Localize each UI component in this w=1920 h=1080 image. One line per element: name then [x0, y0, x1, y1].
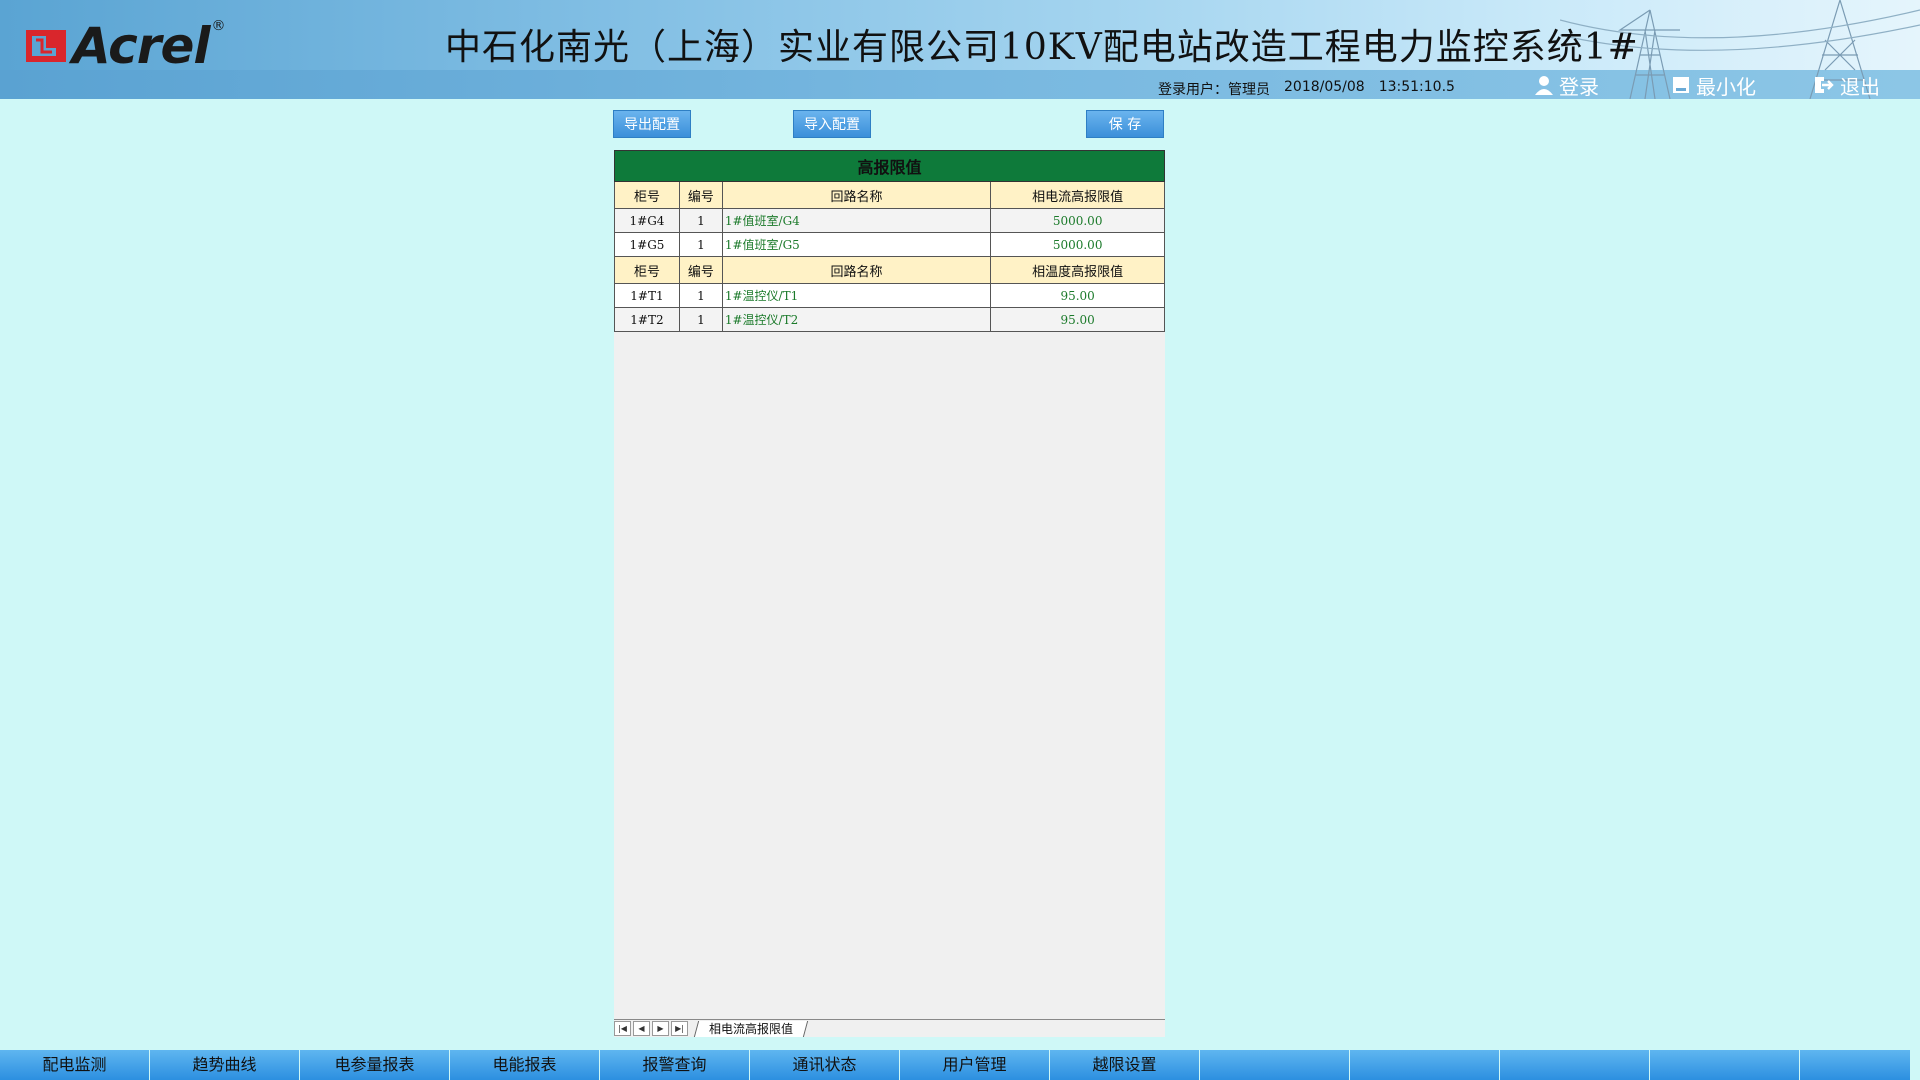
table-header-row: 柜号 编号 回路名称 相温度高报限值: [614, 256, 1165, 284]
col-temperature-limit: 相温度高报限值: [990, 256, 1165, 284]
nav-empty-slot[interactable]: [1650, 1050, 1799, 1080]
nav-empty-slot[interactable]: [1350, 1050, 1499, 1080]
minimize-icon: [1673, 77, 1689, 93]
nav-limit-settings[interactable]: 越限设置: [1050, 1050, 1199, 1080]
col-number: 编号: [678, 181, 723, 209]
col-circuit-name: 回路名称: [721, 256, 992, 284]
col-circuit-name: 回路名称: [721, 181, 992, 209]
nav-parameter-report[interactable]: 电参量报表: [300, 1050, 449, 1080]
import-config-button[interactable]: 导入配置: [793, 110, 871, 138]
table-caption-row: 高报限值: [614, 150, 1165, 182]
cell-cabinet: 1#T2: [614, 307, 680, 332]
minimize-button[interactable]: 最小化: [1672, 73, 1756, 99]
next-sheet-icon[interactable]: ▶: [652, 1021, 669, 1036]
limits-panel: 高报限值 柜号 编号 回路名称 相电流高报限值 1#G4 1 1#值班室/G4 …: [614, 150, 1165, 1035]
sheet-tab-bar: |◀ ◀ ▶ ▶| 相电流高报限值: [614, 1019, 1165, 1037]
cell-limit-value[interactable]: 5000.00: [990, 232, 1165, 257]
logout-button[interactable]: 退出: [1814, 73, 1880, 99]
current-time: 13:51:10.5: [1378, 79, 1455, 95]
cell-circuit-name: 1#温控仪/T2: [721, 307, 992, 332]
last-sheet-icon[interactable]: ▶|: [671, 1021, 688, 1036]
nav-distribution-monitor[interactable]: 配电监测: [0, 1050, 149, 1080]
registered-mark: ®: [211, 18, 226, 34]
table-header-row: 柜号 编号 回路名称 相电流高报限值: [614, 181, 1165, 209]
cell-number: 1: [678, 307, 723, 332]
user-name: 管理员: [1228, 82, 1270, 98]
cell-cabinet: 1#G5: [614, 232, 680, 257]
cell-cabinet: 1#G4: [614, 208, 680, 233]
logout-icon: [1815, 77, 1834, 93]
minimize-label: 最小化: [1696, 74, 1756, 99]
nav-comm-status[interactable]: 通讯状态: [750, 1050, 899, 1080]
cell-circuit-name: 1#温控仪/T1: [721, 283, 992, 308]
cell-limit-value[interactable]: 5000.00: [990, 208, 1165, 233]
cell-cabinet: 1#T1: [614, 283, 680, 308]
app-header: Acrel ® 中石化南光（上海）实业有限公司10KV配电站改造工程电力监控系统…: [0, 0, 1920, 99]
nav-empty-slot[interactable]: [1200, 1050, 1349, 1080]
acrel-logo: Acrel ®: [26, 18, 226, 74]
table-row: 1#T2 1 1#温控仪/T2 95.00: [614, 307, 1165, 332]
prev-sheet-icon[interactable]: ◀: [633, 1021, 650, 1036]
col-cabinet: 柜号: [614, 256, 680, 284]
export-config-button[interactable]: 导出配置: [613, 110, 691, 138]
nav-empty-slot[interactable]: [1800, 1050, 1910, 1080]
cell-limit-value[interactable]: 95.00: [990, 307, 1165, 332]
nav-alarm-query[interactable]: 报警查询: [600, 1050, 749, 1080]
acrel-logo-mark-icon: [26, 26, 66, 66]
table-row: 1#G4 1 1#值班室/G4 5000.00: [614, 208, 1165, 233]
col-number: 编号: [678, 256, 723, 284]
user-icon: [1535, 76, 1553, 95]
cell-circuit-name: 1#值班室/G4: [721, 208, 992, 233]
logout-label: 退出: [1840, 74, 1880, 99]
high-limit-table: 高报限值 柜号 编号 回路名称 相电流高报限值 1#G4 1 1#值班室/G4 …: [614, 150, 1165, 332]
first-sheet-icon[interactable]: |◀: [614, 1021, 631, 1036]
col-current-limit: 相电流高报限值: [990, 181, 1165, 209]
status-bar: 登录用户：管理员 2018/05/08 13:51:10.5: [1158, 79, 1455, 99]
cell-number: 1: [678, 232, 723, 257]
table-row: 1#G5 1 1#值班室/G5 5000.00: [614, 232, 1165, 257]
nav-energy-report[interactable]: 电能报表: [450, 1050, 599, 1080]
nav-user-management[interactable]: 用户管理: [900, 1050, 1049, 1080]
nav-trend-curve[interactable]: 趋势曲线: [150, 1050, 299, 1080]
table-caption: 高报限值: [614, 150, 1165, 182]
login-label: 登录: [1559, 74, 1599, 99]
page-title: 中石化南光（上海）实业有限公司10KV配电站改造工程电力监控系统1#: [445, 27, 1639, 68]
bottom-nav: 配电监测 趋势曲线 电参量报表 电能报表 报警查询 通讯状态 用户管理 越限设置: [0, 1050, 1920, 1080]
cell-limit-value[interactable]: 95.00: [990, 283, 1165, 308]
sheet-tab-current-limit[interactable]: 相电流高报限值: [693, 1020, 809, 1037]
login-button[interactable]: 登录: [1535, 73, 1599, 99]
cell-number: 1: [678, 208, 723, 233]
nav-empty-slot[interactable]: [1500, 1050, 1649, 1080]
current-date: 2018/05/08: [1284, 79, 1365, 95]
cell-number: 1: [678, 283, 723, 308]
login-user-label: 登录用户：管理员: [1158, 82, 1270, 98]
table-row: 1#T1 1 1#温控仪/T1 95.00: [614, 283, 1165, 308]
cell-circuit-name: 1#值班室/G5: [721, 232, 992, 257]
brand-name: Acrel: [72, 17, 211, 75]
save-button[interactable]: 保 存: [1086, 110, 1164, 138]
col-cabinet: 柜号: [614, 181, 680, 209]
